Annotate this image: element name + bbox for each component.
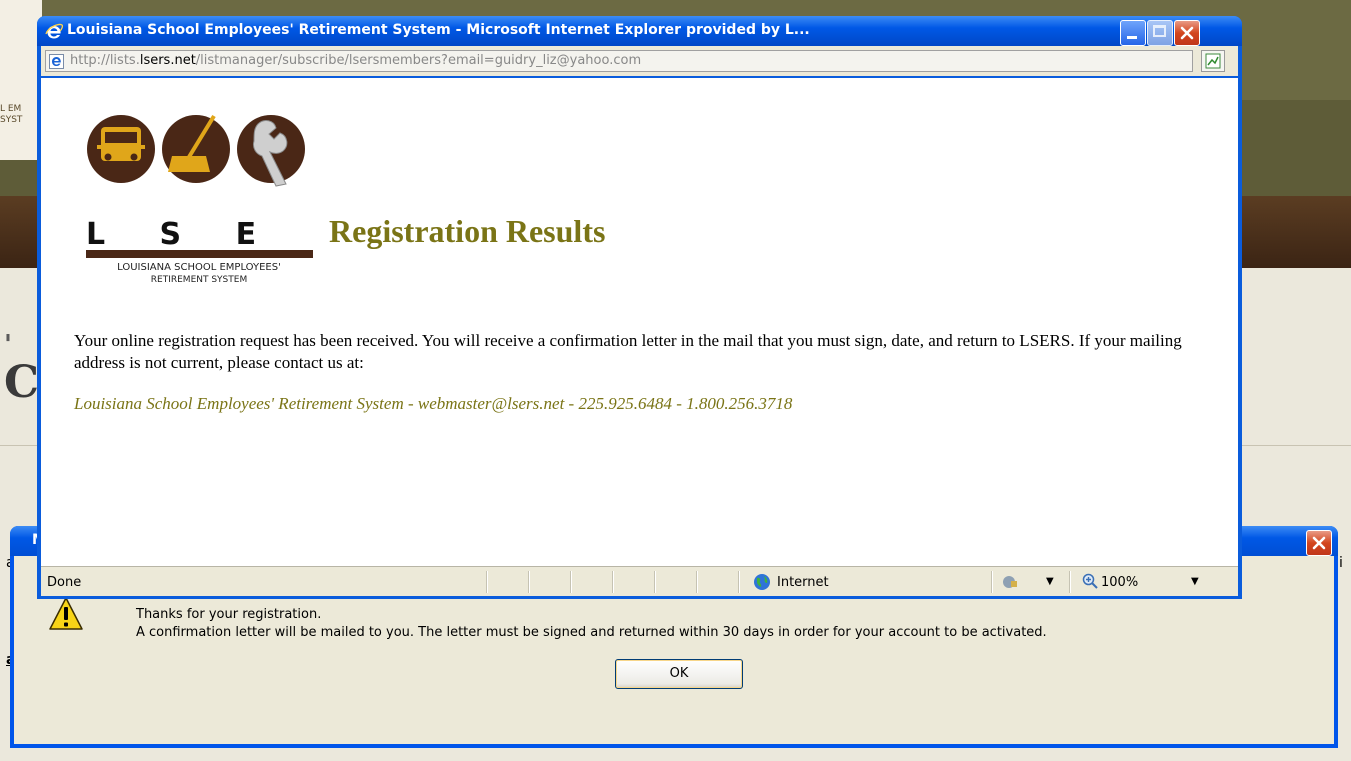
zoom-icon[interactable] (1082, 573, 1098, 589)
dialog-close-button[interactable] (1306, 530, 1332, 556)
status-divider (654, 571, 656, 593)
page-content: L S E R S LOUISIANA SCHOOL EMPLOYEES' RE… (41, 78, 1238, 566)
logo-caption: RETIREMENT SYSTEM (151, 275, 247, 284)
protected-mode-icon[interactable] (1003, 574, 1027, 590)
zoom-level[interactable]: 100% (1101, 575, 1138, 590)
address-field[interactable]: http://lists.lsers.net/listmanager/subsc… (45, 50, 1193, 72)
lsers-logo: L S E R S LOUISIANA SCHOOL EMPLOYEES' RE… (86, 114, 313, 284)
chevron-down-icon[interactable]: ▼ (1046, 576, 1054, 587)
feed-icon (1205, 53, 1221, 69)
status-divider (612, 571, 614, 593)
warning-icon (49, 597, 83, 630)
status-divider (570, 571, 572, 593)
status-divider (1069, 571, 1071, 593)
dialog-message: Thanks for your registration. A confirma… (136, 606, 1047, 642)
chevron-down-icon[interactable]: ▼ (1191, 576, 1199, 587)
minimize-button[interactable] (1120, 20, 1146, 46)
background-letter: C (4, 357, 40, 408)
address-url: http://lists.lsers.net/listmanager/subsc… (70, 53, 642, 68)
dialog-message-line: Thanks for your registration. (136, 607, 322, 622)
maximize-icon (1153, 25, 1166, 37)
logo-letters: L S E R S (86, 217, 313, 252)
status-bar: Done Internet ▼ 100% ▼ (41, 566, 1238, 596)
background-text-fragment: i (1339, 555, 1343, 571)
background-mark: ' (4, 330, 12, 360)
close-icon (1180, 26, 1194, 40)
status-divider (738, 571, 740, 593)
maximize-button[interactable] (1147, 20, 1173, 46)
status-divider (528, 571, 530, 593)
status-divider (486, 571, 488, 593)
page-title: Registration Results (329, 213, 606, 249)
minimize-icon (1127, 36, 1137, 39)
security-zone: Internet (777, 575, 829, 590)
background-logo-text: L EM SYST (0, 104, 23, 125)
window-title: Louisiana School Employees' Retirement S… (67, 22, 810, 38)
registration-message: Your online registration request has bee… (74, 331, 1182, 372)
ie-titlebar[interactable]: Louisiana School Employees' Retirement S… (37, 16, 1242, 46)
status-divider (991, 571, 993, 593)
contact-info: Louisiana School Employees' Retirement S… (74, 394, 793, 413)
close-button[interactable] (1174, 20, 1200, 46)
address-go-button[interactable] (1201, 50, 1225, 72)
status-text: Done (47, 575, 82, 590)
address-bar: http://lists.lsers.net/listmanager/subsc… (41, 46, 1238, 76)
background-logo (0, 0, 42, 160)
ok-button[interactable]: OK (615, 659, 743, 689)
dialog-message-line: A confirmation letter will be mailed to … (136, 625, 1047, 640)
logo-caption: LOUISIANA SCHOOL EMPLOYEES' (117, 262, 281, 273)
status-divider (696, 571, 698, 593)
globe-icon (754, 574, 770, 590)
internet-explorer-icon (45, 23, 63, 39)
page-icon (49, 54, 64, 69)
close-icon (1312, 536, 1326, 550)
ie-window: Louisiana School Employees' Retirement S… (37, 16, 1242, 599)
